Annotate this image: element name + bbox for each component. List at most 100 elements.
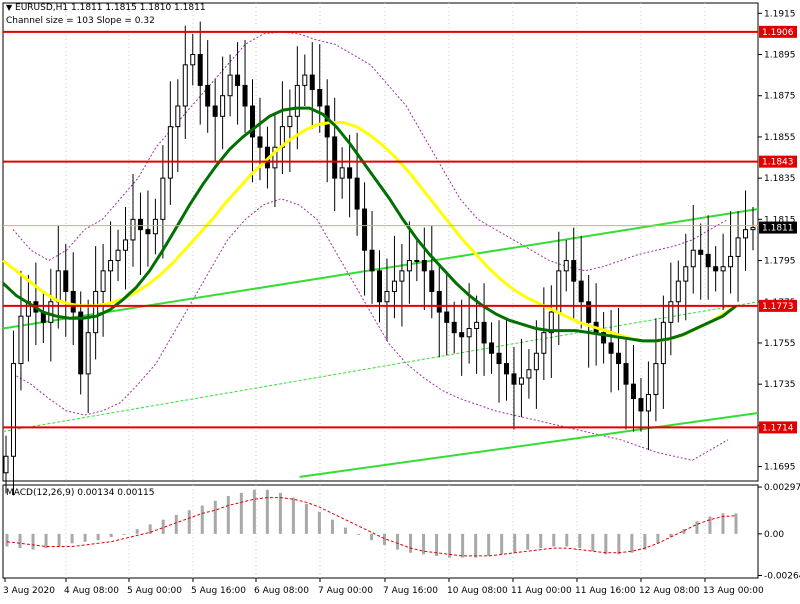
y-tick-label: 1.1755 <box>764 339 796 349</box>
bull-candle <box>302 74 308 86</box>
x-tick-label: 5 Aug 16:00 <box>191 586 246 596</box>
x-tick-label: 5 Aug 00:00 <box>127 586 182 596</box>
bull-candle <box>474 321 480 330</box>
macd-histogram-bar <box>474 533 478 558</box>
macd-histogram-bar <box>708 516 712 534</box>
bear-candle <box>63 270 69 292</box>
bull-candle <box>414 260 420 263</box>
x-tick-label: 10 Aug 08:00 <box>447 586 508 596</box>
macd-histogram-bar <box>539 533 543 549</box>
bear-candle <box>608 342 614 354</box>
macd-histogram-bar <box>174 514 178 534</box>
bull-candle <box>533 352 539 371</box>
macd-panel-frame <box>2 484 759 579</box>
macd-histogram-bar <box>109 533 113 538</box>
symbol-header: ▼ EURUSD,H1 1.1811 1.1815 1.1810 1.1811 <box>6 3 206 13</box>
macd-histogram-bar <box>187 510 191 534</box>
x-tick-label: 12 Aug 08:00 <box>639 586 700 596</box>
bear-candle <box>578 280 584 303</box>
macd-histogram-bar <box>18 533 22 549</box>
macd-histogram-bar <box>44 533 48 549</box>
macd-histogram-bar <box>695 521 699 534</box>
bear-candle <box>429 270 435 292</box>
x-tick-label: 11 Aug 16:00 <box>575 586 636 596</box>
bull-candle <box>48 301 54 323</box>
bear-candle <box>571 260 577 282</box>
macd-histogram-bar <box>643 533 647 550</box>
bull-candle <box>115 249 121 262</box>
bear-candle <box>421 260 427 272</box>
bull-candle <box>683 266 689 282</box>
bull-candle <box>287 115 293 128</box>
bear-candle <box>70 290 76 313</box>
bull-candle <box>720 266 726 272</box>
bull-candle <box>541 332 547 354</box>
y-tick-label: 1.1795 <box>764 257 796 267</box>
chart-window: 1.1915 1.1895 1.1875 1.1855 1.1835 1.1815 1.17… <box>0 0 800 600</box>
macd-histogram-bar <box>604 533 608 555</box>
x-tick-label: 11 Aug 00:00 <box>511 586 572 596</box>
macd-histogram-bar <box>526 533 530 550</box>
chart-svg: 1.19151.18951.18751.18551.18351.18151.17… <box>1 2 800 596</box>
y-tick-label: 1.1735 <box>764 380 796 390</box>
bear-candle <box>78 311 84 375</box>
channel-info: Channel size = 103 Slope = 0.32 <box>6 16 155 26</box>
bull-candle <box>130 218 136 241</box>
x-tick-label: 4 Aug 08:00 <box>64 586 119 596</box>
bull-candle <box>294 84 300 117</box>
bull-candle <box>190 54 196 66</box>
macd-histogram-bar <box>252 489 256 534</box>
macd-histogram-bar <box>396 533 400 550</box>
bear-candle <box>623 363 629 385</box>
bear-candle <box>638 398 644 412</box>
bear-candle <box>436 290 442 313</box>
bull-candle <box>93 290 99 334</box>
bull-candle <box>85 332 91 375</box>
bull-candle <box>123 239 129 251</box>
bull-candle <box>668 301 674 323</box>
macd-label: MACD(12,26,9) 0.00134 0.00115 <box>6 488 155 498</box>
bull-candle <box>152 218 158 235</box>
bear-candle <box>369 249 375 272</box>
bear-candle <box>705 253 711 268</box>
x-tick-label: 7 Aug 00:00 <box>318 586 373 596</box>
macd-histogram-bar <box>317 511 321 534</box>
macd-histogram-bar <box>265 489 269 534</box>
bear-candle <box>354 177 360 210</box>
bull-candle <box>399 270 405 282</box>
x-tick-label: 7 Aug 16:00 <box>383 586 438 596</box>
bull-candle <box>3 455 9 474</box>
bear-candle <box>586 301 592 323</box>
bear-candle <box>197 54 203 86</box>
level-label: 1.1843 <box>762 158 794 168</box>
bull-candle <box>466 328 472 338</box>
bull-candle <box>391 280 397 292</box>
macd-histogram-bar <box>500 533 504 555</box>
bull-candle <box>563 260 569 272</box>
bear-candle <box>459 332 465 338</box>
macd-histogram-bar <box>409 533 413 553</box>
bull-candle <box>653 363 659 395</box>
bull-candle <box>675 280 681 303</box>
y-tick-label: 1.1875 <box>764 92 796 102</box>
macd-histogram-bar <box>617 533 621 555</box>
macd-histogram-bar <box>487 533 491 556</box>
x-tick-label: 13 Aug 00:00 <box>703 586 764 596</box>
x-tick-label: 3 Aug 2020 <box>3 586 55 596</box>
bull-candle <box>100 270 106 292</box>
macd-histogram-bar <box>239 492 243 534</box>
bear-candle <box>377 270 382 303</box>
bear-candle <box>212 105 218 117</box>
bear-candle <box>713 266 719 272</box>
macd-histogram-bar <box>135 529 139 534</box>
macd-histogram-bar <box>200 505 204 534</box>
bear-candle <box>332 136 338 179</box>
bull-candle <box>660 321 666 365</box>
bear-candle <box>145 229 151 235</box>
macd-histogram-bar <box>734 513 738 534</box>
dropdown-triangle-icon[interactable]: ▼ <box>6 3 12 12</box>
y-tick-label: 1.1695 <box>764 463 796 473</box>
bull-candle <box>384 290 390 303</box>
x-tick-label: 6 Aug 08:00 <box>254 586 309 596</box>
bear-candle <box>616 352 622 365</box>
